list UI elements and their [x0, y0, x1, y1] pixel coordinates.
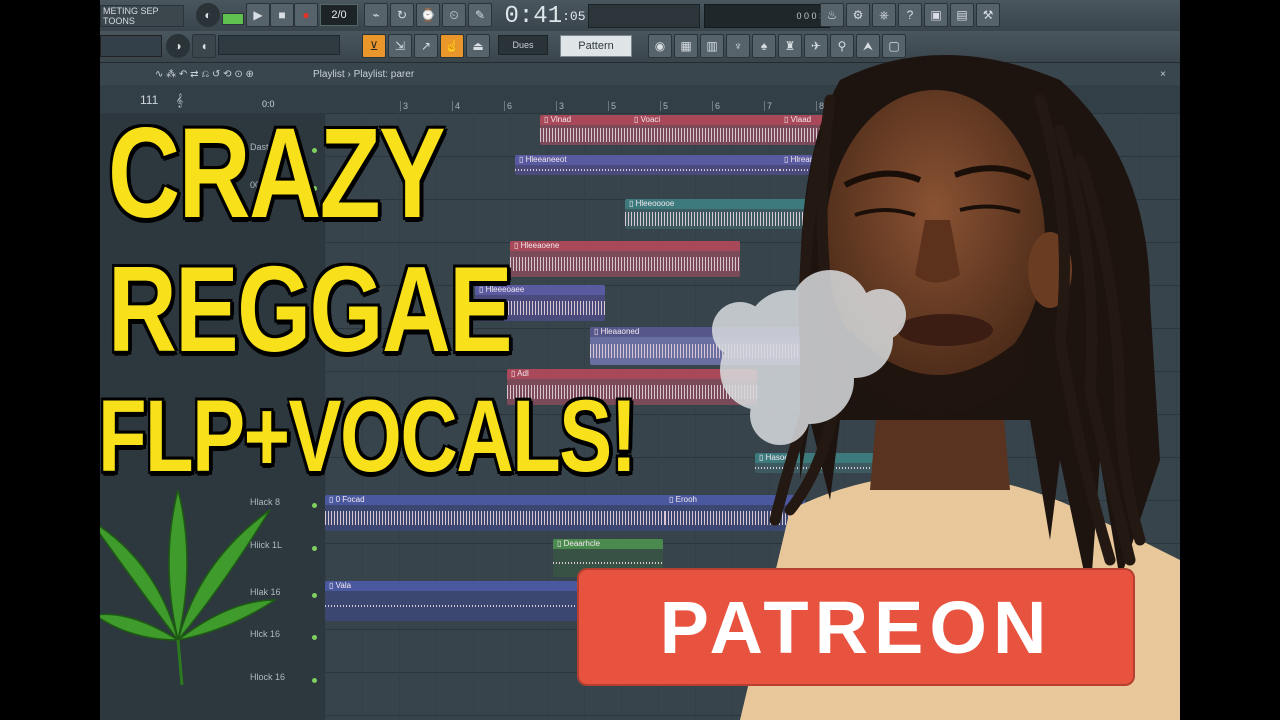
clip-label: ▯ Deaarhcle	[553, 539, 663, 549]
ruler-tick	[452, 101, 453, 111]
track-led[interactable]	[312, 635, 317, 640]
playlist-tool-icons[interactable]: ∿ ⁂ ↶ ⇄ ⎌ ↺ ⟲ ⊙ ⊕	[155, 69, 254, 80]
browser-icon[interactable]: ♨	[820, 3, 844, 27]
draw-tool-icon[interactable]: ⊻	[362, 34, 386, 58]
track-led[interactable]	[312, 503, 317, 508]
level-meter	[222, 4, 244, 26]
fl-studio-window: METING SEP TOONS ◐ ▶ ■ ● 2/0 ⌁ ↻ ⌚ ⏲ ✎ 0…	[100, 0, 1180, 720]
ruler-tick	[504, 101, 505, 111]
loop-icon[interactable]: ↻	[390, 3, 414, 27]
tempo-display[interactable]: 2/0	[320, 4, 358, 26]
metronome-icon[interactable]: ⌁	[364, 3, 388, 27]
countdown-icon[interactable]: ⏲	[442, 3, 466, 27]
stop-button[interactable]: ■	[270, 3, 294, 27]
waveform	[325, 511, 685, 525]
paint-tool-icon[interactable]: ⇲	[388, 34, 412, 58]
playlist-clip[interactable]: ▯ 0 Focad	[325, 495, 685, 531]
cpu-meter	[588, 4, 700, 28]
plugin-icon[interactable]: ⎈	[872, 3, 896, 27]
volume-slider[interactable]: ◖	[192, 34, 216, 58]
ruler-tick	[660, 101, 661, 111]
track-led[interactable]	[312, 546, 317, 551]
help-icon[interactable]: ?	[898, 3, 922, 27]
patreon-badge[interactable]: PATREON	[579, 570, 1133, 684]
wait-icon[interactable]: ⌚	[416, 3, 440, 27]
ruler-number: 6	[507, 101, 513, 111]
pitch-slider[interactable]	[218, 35, 340, 55]
save-icon[interactable]: ▣	[924, 3, 948, 27]
cannabis-leaf-icon	[100, 490, 278, 686]
step-edit-icon[interactable]: ✎	[468, 3, 492, 27]
ruler-number: 4	[455, 101, 461, 111]
tools-icon[interactable]: ⚒	[976, 3, 1000, 27]
hint-bar: 0 0 0 S	[704, 4, 830, 28]
snap-selector[interactable]: Dues	[498, 35, 548, 55]
ruler-number: 5	[611, 101, 617, 111]
ruler-number: 3	[559, 101, 565, 111]
track-led[interactable]	[312, 593, 317, 598]
mute-tool-icon[interactable]: ⏏	[466, 34, 490, 58]
playlist-title: Playlist › Playlist: parer	[313, 68, 415, 80]
ruler-tick	[556, 101, 557, 111]
mixer-icon[interactable]: ⚙	[846, 3, 870, 27]
clip-body	[325, 591, 585, 621]
smoke-cloud	[712, 270, 906, 445]
pattern-selector[interactable]: Pattern	[560, 35, 632, 57]
pitch-knob[interactable]: ◑	[166, 34, 190, 58]
clip-label: ▯ 0 Focad	[325, 495, 685, 505]
title-line-3: FLP+VOCALS!	[100, 379, 637, 493]
title-line-1: CRAZY	[108, 102, 446, 245]
main-toolbar: METING SEP TOONS ◐ ▶ ■ ● 2/0 ⌁ ↻ ⌚ ⏲ ✎ 0…	[100, 0, 1180, 32]
play-button[interactable]: ▶	[246, 3, 270, 27]
delete-tool-icon[interactable]: ↗	[414, 34, 438, 58]
render-icon[interactable]: ▤	[950, 3, 974, 27]
waveform	[325, 605, 585, 607]
ruler-number: 5	[663, 101, 669, 111]
clip-body	[325, 505, 685, 531]
track-led[interactable]	[312, 678, 317, 683]
slice-tool-icon[interactable]: ☝	[440, 34, 464, 58]
clip-label: ▯ Vala	[325, 581, 585, 591]
song-time-display: 0:41:05	[504, 2, 586, 30]
channel-selector[interactable]	[100, 35, 162, 57]
song-title-display: METING SEP TOONS	[100, 5, 184, 27]
ruler-tick	[608, 101, 609, 111]
playlist-icon[interactable]: ◉	[648, 34, 672, 58]
record-button[interactable]: ●	[294, 3, 318, 27]
master-volume-knob[interactable]: ◐	[196, 3, 220, 27]
waveform	[553, 562, 663, 564]
playlist-clip[interactable]: ▯ Vala	[325, 581, 585, 621]
title-line-2: REGGAE	[108, 241, 513, 377]
